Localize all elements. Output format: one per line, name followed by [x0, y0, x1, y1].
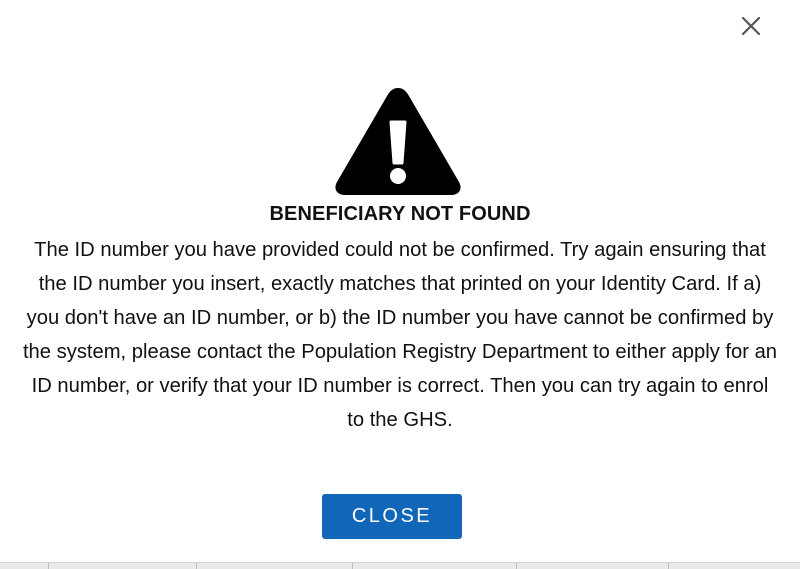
divider [668, 563, 669, 569]
divider [516, 563, 517, 569]
warning-icon [332, 84, 464, 198]
dialog-message: The ID number you have provided could no… [22, 239, 778, 431]
divider [196, 563, 197, 569]
close-icon[interactable] [737, 12, 765, 40]
dialog-title: BENEFICIARY NOT FOUND [269, 203, 531, 225]
close-button[interactable]: CLOSE [322, 494, 462, 539]
background-page-edge [0, 562, 800, 569]
beneficiary-not-found-dialog: BENEFICIARY NOT FOUND The ID number you … [0, 0, 800, 569]
divider [48, 563, 49, 569]
divider [352, 563, 353, 569]
